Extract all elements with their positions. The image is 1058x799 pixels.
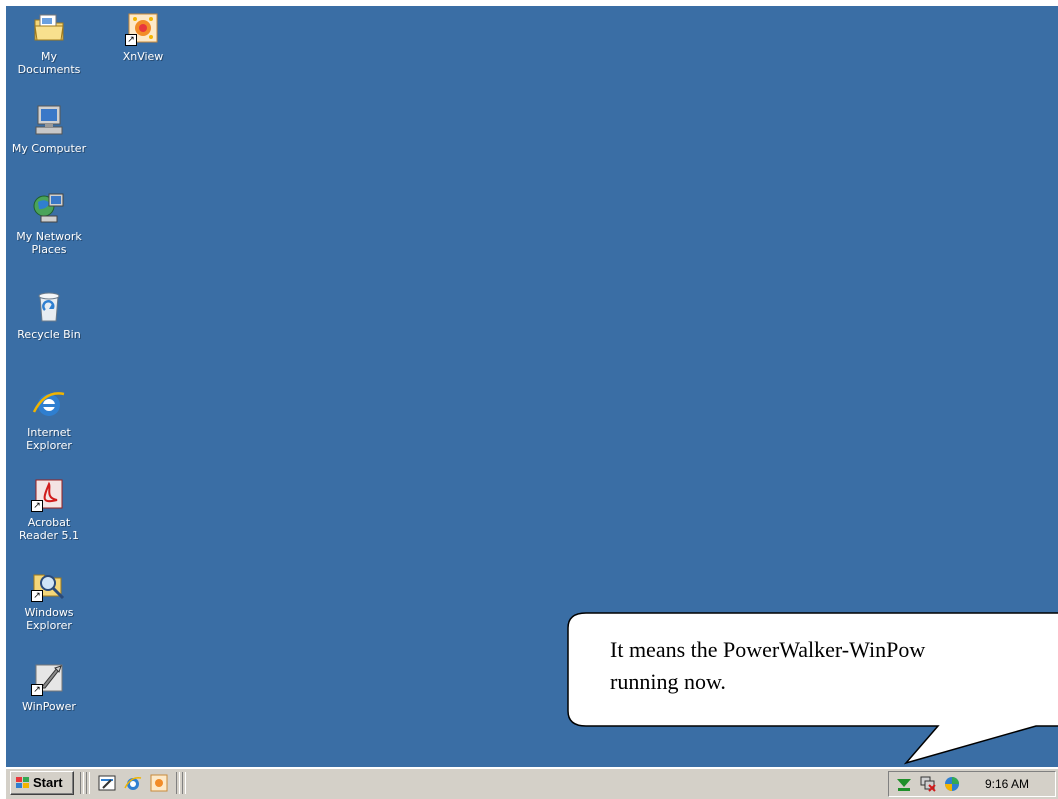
taskbar-separator <box>80 772 84 794</box>
desktop-icon-label: WinPower <box>22 700 76 713</box>
taskbar-clock[interactable]: 9:16 AM <box>985 772 1029 796</box>
network-places-icon <box>31 190 67 226</box>
internet-explorer-icon <box>31 386 67 422</box>
desktop-icon-winpower[interactable]: ↗ WinPower <box>10 660 88 713</box>
taskbar: Start 9:16 AM <box>6 767 1058 799</box>
xnview-icon[interactable] <box>150 774 168 792</box>
desktop-icon-xnview[interactable]: ↗ XnView <box>104 10 182 63</box>
desktop-icon-label: Windows Explorer <box>24 606 74 632</box>
taskbar-separator <box>182 772 186 794</box>
callout-text: It means the PowerWalker-WinPow running … <box>610 637 926 694</box>
shortcut-arrow-icon: ↗ <box>31 500 43 512</box>
volume-icon[interactable] <box>943 775 961 793</box>
desktop-icon-acrobat-reader[interactable]: ↗ Acrobat Reader 5.1 <box>10 476 88 542</box>
folder-documents-icon <box>31 10 67 46</box>
start-button[interactable]: Start <box>10 771 74 795</box>
shortcut-arrow-icon: ↗ <box>125 34 137 46</box>
desktop-icon-label: XnView <box>122 50 164 63</box>
taskbar-separator <box>86 772 90 794</box>
acrobat-reader-icon: ↗ <box>31 476 67 512</box>
desktop-icon-internet-explorer[interactable]: Internet Explorer <box>10 386 88 452</box>
start-label: Start <box>33 775 63 790</box>
winpower-icon: ↗ <box>31 660 67 696</box>
taskbar-separator <box>176 772 180 794</box>
desktop-icon-label: Acrobat Reader 5.1 <box>19 516 79 542</box>
show-desktop-icon[interactable] <box>98 774 116 792</box>
desktop-icon-label: Recycle Bin <box>17 328 81 341</box>
shortcut-arrow-icon: ↗ <box>31 590 43 602</box>
computer-icon <box>31 102 67 138</box>
desktop: My Documents ↗ XnView My Computer My Net… <box>6 6 1058 767</box>
desktop-icon-recycle-bin[interactable]: Recycle Bin <box>10 288 88 341</box>
desktop-icon-label: My Computer <box>11 142 87 155</box>
desktop-icon-label: My Network Places <box>16 230 82 256</box>
desktop-icon-my-documents[interactable]: My Documents <box>10 10 88 76</box>
shortcut-arrow-icon: ↗ <box>31 684 43 696</box>
system-tray: 9:16 AM <box>888 771 1056 797</box>
desktop-icon-label: Internet Explorer <box>26 426 72 452</box>
network-disconnected-icon[interactable] <box>919 775 937 793</box>
winpower-tray-icon[interactable] <box>895 775 913 793</box>
xnview-icon: ↗ <box>125 10 161 46</box>
windows-flag-icon <box>16 777 29 788</box>
windows-explorer-icon: ↗ <box>31 566 67 602</box>
internet-explorer-icon[interactable] <box>124 774 142 792</box>
desktop-icon-my-computer[interactable]: My Computer <box>10 102 88 155</box>
desktop-icon-label: My Documents <box>17 50 81 76</box>
desktop-icon-my-network-places[interactable]: My Network Places <box>10 190 88 256</box>
recycle-bin-icon <box>31 288 67 324</box>
desktop-icon-windows-explorer[interactable]: ↗ Windows Explorer <box>10 566 88 632</box>
